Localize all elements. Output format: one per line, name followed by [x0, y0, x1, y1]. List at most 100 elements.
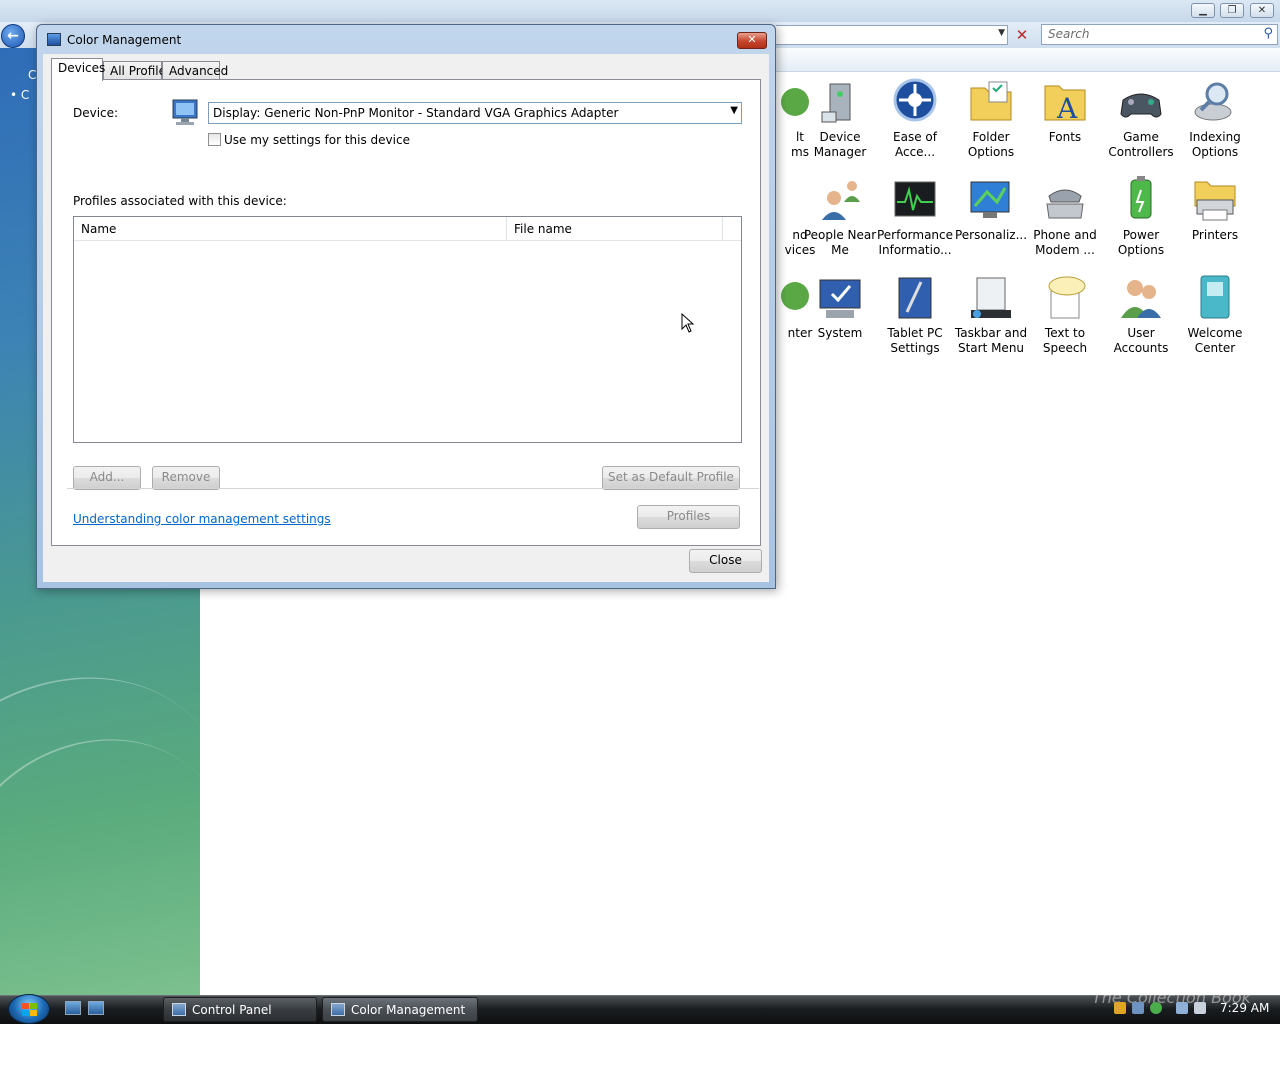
cp-item-label: Tablet PC Settings [887, 326, 943, 355]
control-panel-titlebar: ▁ ❐ ✕ [0, 0, 1280, 22]
window-close-button[interactable]: ✕ [1250, 3, 1274, 18]
chevron-down-icon[interactable]: ▼ [730, 105, 738, 116]
use-my-settings-checkbox[interactable]: Use my settings for this device [208, 133, 410, 149]
close-button[interactable]: Close [689, 549, 762, 573]
cp-item-label: People Near Me [803, 228, 877, 257]
cp-item-device-manager[interactable]: Device Manager [801, 78, 879, 160]
taskbar-icon [967, 274, 1015, 322]
address-field[interactable]: ▼ [776, 25, 1008, 45]
volume-icon[interactable] [1194, 1002, 1206, 1014]
cp-item-label: Welcome Center [1187, 326, 1243, 355]
profiles-caption: Profiles associated with this device: [73, 194, 287, 208]
understanding-color-management-link[interactable]: Understanding color management settings [73, 512, 331, 526]
column-header-file-name[interactable]: File name [507, 217, 723, 241]
device-dropdown[interactable]: Display: Generic Non-PnP Monitor - Stand… [208, 102, 742, 124]
clock[interactable]: 7:29 AM [1220, 1001, 1269, 1015]
taskbar-item-label: Control Panel [192, 1003, 272, 1017]
cp-item-label: Text to Speech [1042, 326, 1088, 355]
start-button[interactable] [8, 994, 50, 1024]
cp-item-people-near-me[interactable]: People Near Me [801, 176, 879, 258]
dialog-body: Devices All Profiles Advanced Device: Di… [43, 54, 769, 582]
cp-item-label: Folder Options [967, 130, 1015, 159]
cp-item-folder-options[interactable]: Folder Options [952, 78, 1030, 160]
cp-item-indexing-options[interactable]: Indexing Options [1176, 78, 1254, 160]
use-my-settings-label: Use my settings for this device [224, 133, 410, 147]
search-input[interactable]: Search ⚲ [1041, 24, 1278, 45]
fonts-icon: A [1041, 78, 1089, 126]
search-icon[interactable]: ⚲ [1263, 26, 1273, 41]
maximize-button[interactable]: ❐ [1220, 3, 1244, 18]
windows-logo-icon [22, 1003, 37, 1016]
checkbox-box[interactable] [208, 133, 221, 146]
cp-item-label: Ease of Acce... [893, 130, 937, 159]
tablet-pc-icon [891, 274, 939, 322]
cp-item-label: Fonts [1048, 130, 1082, 144]
cp-item-personalization[interactable]: Personaliz... [952, 176, 1030, 243]
taskbar-item-color-management[interactable]: Color Management [322, 997, 478, 1022]
back-arrow-icon[interactable]: ← [1, 24, 25, 48]
printers-icon [1191, 176, 1239, 224]
cp-item-label: Personaliz... [954, 228, 1028, 242]
sidebar-bullet-link[interactable]: • C [10, 88, 29, 102]
color-management-icon [331, 1003, 345, 1016]
color-management-icon [47, 33, 61, 46]
taskbar-item-control-panel[interactable]: Control Panel [163, 997, 317, 1022]
security-shield-icon[interactable] [1114, 1002, 1126, 1014]
chevron-down-icon[interactable]: ▼ [998, 28, 1005, 38]
check-icon[interactable] [1150, 1002, 1162, 1014]
column-header-name[interactable]: Name [74, 217, 507, 241]
power-options-icon [1117, 176, 1165, 224]
folder-options-icon [967, 78, 1015, 126]
stop-icon[interactable]: ✕ [1012, 25, 1032, 45]
switch-windows-icon[interactable] [88, 1001, 104, 1015]
cp-item-fonts[interactable]: A Fonts [1026, 78, 1104, 145]
profiles-list[interactable]: Name File name [73, 216, 742, 443]
device-manager-icon [816, 78, 864, 126]
cp-item-performance[interactable]: Performance Informatio... [876, 176, 954, 258]
people-near-me-icon [816, 176, 864, 224]
add-button[interactable]: Add... [73, 466, 141, 490]
cp-item-tablet-pc[interactable]: Tablet PC Settings [876, 274, 954, 356]
device-dropdown-value: Display: Generic Non-PnP Monitor - Stand… [213, 106, 619, 120]
sidebar-link-label: C [20, 88, 30, 102]
tab-all-profiles[interactable]: All Profiles [103, 61, 172, 80]
tab-devices[interactable]: Devices [51, 58, 105, 81]
cp-item-user-accounts[interactable]: User Accounts [1102, 274, 1180, 356]
cp-item-system[interactable]: System [801, 274, 879, 341]
dialog-close-icon[interactable]: ✕ [737, 32, 767, 49]
search-placeholder: Search [1048, 27, 1090, 41]
monitor-icon [171, 98, 199, 128]
svg-text:A: A [1056, 92, 1078, 125]
cp-item-label: Phone and Modem ... [1033, 228, 1097, 257]
cp-item-printers[interactable]: Printers [1176, 176, 1254, 243]
welcome-center-icon [1191, 274, 1239, 322]
network-icon[interactable] [1176, 1002, 1188, 1014]
cp-item-text-to-speech[interactable]: Text to Speech [1026, 274, 1104, 356]
cp-item-power-options[interactable]: Power Options [1102, 176, 1180, 258]
control-panel-icon [172, 1003, 186, 1016]
personalization-icon [967, 176, 1015, 224]
user-accounts-icon [1117, 274, 1165, 322]
taskbar-item-label: Color Management [351, 1003, 466, 1017]
cp-item-label: Printers [1191, 228, 1239, 242]
remove-button[interactable]: Remove [152, 466, 220, 490]
cp-item-ease-of-access[interactable]: Ease of Acce... [876, 78, 954, 160]
set-default-profile-button[interactable]: Set as Default Profile [602, 466, 740, 490]
cp-item-label: Device Manager [813, 130, 867, 159]
cp-item-welcome-center[interactable]: Welcome Center [1176, 274, 1254, 356]
minimize-button[interactable]: ▁ [1191, 3, 1215, 18]
cp-item-phone-modem[interactable]: Phone and Modem ... [1026, 176, 1104, 258]
profiles-button[interactable]: Profiles [637, 505, 740, 529]
device-label: Device: [73, 106, 119, 120]
cp-item-label: Indexing Options [1189, 130, 1241, 159]
column-header-filler [723, 217, 741, 241]
cp-item-label: System [817, 326, 863, 340]
cp-item-taskbar[interactable]: Taskbar and Start Menu [952, 274, 1030, 356]
devices-tab-panel: Device: Display: Generic Non-PnP Monitor… [51, 79, 761, 546]
cp-item-label: User Accounts [1113, 326, 1169, 355]
tab-advanced[interactable]: Advanced [162, 61, 228, 80]
display-icon[interactable] [1132, 1002, 1144, 1014]
cp-item-game-controllers[interactable]: Game Controllers [1102, 78, 1180, 160]
show-desktop-icon[interactable] [65, 1001, 81, 1015]
text-to-speech-icon [1041, 274, 1089, 322]
